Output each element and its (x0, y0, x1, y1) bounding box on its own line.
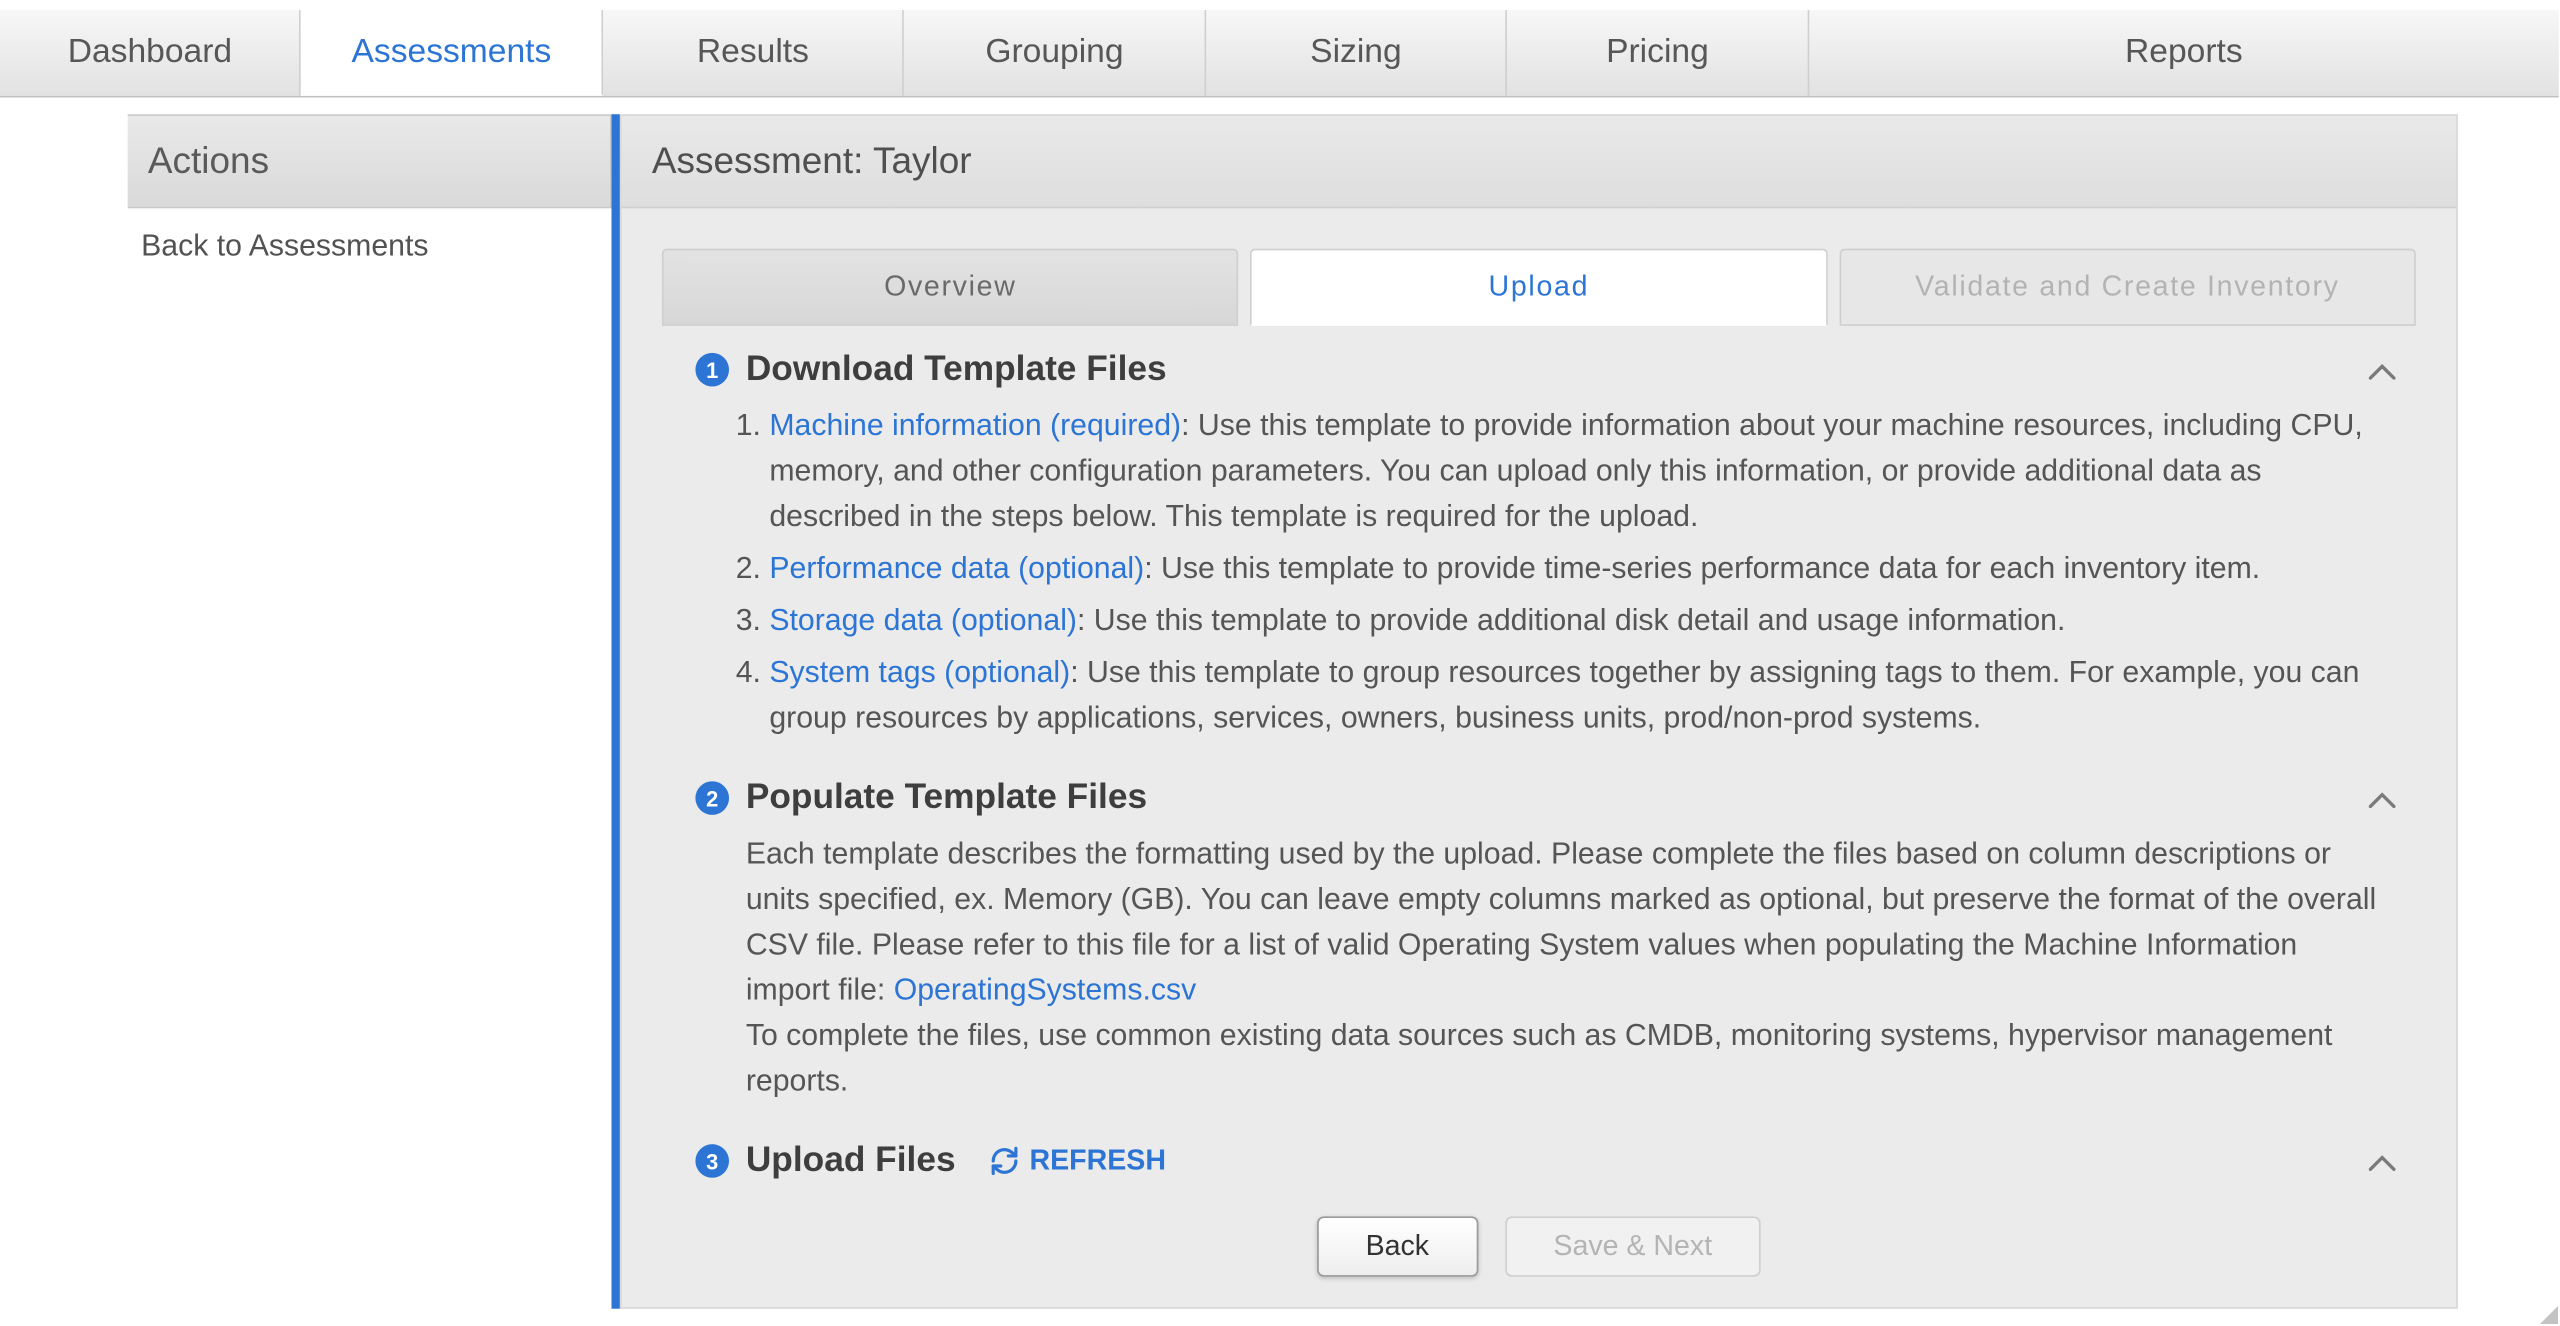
step-2-badge: 2 (696, 781, 730, 815)
step-2-text-b: To complete the files, use common existi… (746, 1013, 2382, 1104)
main-panel: Assessment: Taylor Overview Upload Valid… (620, 114, 2458, 1308)
template-item-storage-data: Storage data (optional): Use this templa… (769, 598, 2382, 643)
collapse-icon[interactable] (2369, 1144, 2396, 1179)
tab-validate: Validate and Create Inventory (1839, 249, 2416, 326)
back-to-assessments-link[interactable]: Back to Assessments (128, 208, 612, 284)
accent-strip (612, 114, 620, 1308)
section-populate-templates: 2 Populate Template Files Each template … (696, 778, 2383, 1104)
step-1-badge: 1 (696, 353, 730, 387)
storage-data-link[interactable]: Storage data (optional) (769, 603, 1077, 637)
nav-tab-grouping[interactable]: Grouping (905, 10, 1207, 96)
save-next-button: Save & Next (1505, 1216, 1761, 1276)
refresh-label: REFRESH (1030, 1144, 1166, 1178)
page-title: Assessment: Taylor (622, 116, 2457, 208)
tab-upload[interactable]: Upload (1250, 249, 1827, 326)
nav-tab-reports[interactable]: Reports (1809, 10, 2559, 96)
step-3-title: Upload Files (746, 1141, 956, 1181)
template-item-system-tags: System tags (optional): Use this templat… (769, 650, 2382, 741)
top-nav: Dashboard Assessments Results Grouping S… (0, 8, 2559, 97)
collapse-icon[interactable] (2369, 781, 2396, 816)
template-item-perf-data: Performance data (optional): Use this te… (769, 546, 2382, 591)
template-item-machine-info: Machine information (required): Use this… (769, 403, 2382, 539)
machine-info-link[interactable]: Machine information (required) (769, 408, 1181, 442)
footer-buttons: Back Save & Next (622, 1216, 2457, 1276)
nav-tab-sizing[interactable]: Sizing (1206, 10, 1508, 96)
back-button[interactable]: Back (1317, 1216, 1478, 1276)
sidebar-title: Actions (128, 114, 612, 208)
upload-row-machine-info: UPLOAD Machine information (required) : … (746, 1194, 2382, 1196)
tab-overview[interactable]: Overview (662, 249, 1239, 326)
resize-corner-icon[interactable] (2540, 1306, 2558, 1324)
operating-systems-link[interactable]: OperatingSystems.csv (894, 973, 1197, 1007)
nav-tab-pricing[interactable]: Pricing (1508, 10, 1810, 96)
step-2-title: Populate Template Files (746, 778, 1147, 818)
refresh-button[interactable]: REFRESH (989, 1144, 1166, 1178)
collapse-icon[interactable] (2369, 353, 2396, 388)
system-tags-link[interactable]: System tags (optional) (769, 655, 1070, 689)
nav-tab-dashboard[interactable]: Dashboard (0, 10, 302, 96)
step-3-badge: 3 (696, 1144, 730, 1178)
section-upload-files: 3 Upload Files REFRESH (696, 1141, 2383, 1196)
sidebar: Actions Back to Assessments (128, 114, 612, 1308)
step-2-paragraph: Each template describes the formatting u… (746, 832, 2382, 1013)
perf-data-link[interactable]: Performance data (optional) (769, 551, 1144, 585)
storage-data-desc: : Use this template to provide additiona… (1077, 603, 2065, 637)
section-download-templates: 1 Download Template Files Machine inform… (696, 349, 2383, 740)
nav-tab-results[interactable]: Results (603, 10, 905, 96)
refresh-icon (989, 1146, 1019, 1176)
step-1-title: Download Template Files (746, 349, 1167, 389)
nav-tab-assessments[interactable]: Assessments (302, 10, 604, 96)
subtabs: Overview Upload Validate and Create Inve… (622, 208, 2457, 326)
perf-data-desc: : Use this template to provide time-seri… (1144, 551, 2260, 585)
